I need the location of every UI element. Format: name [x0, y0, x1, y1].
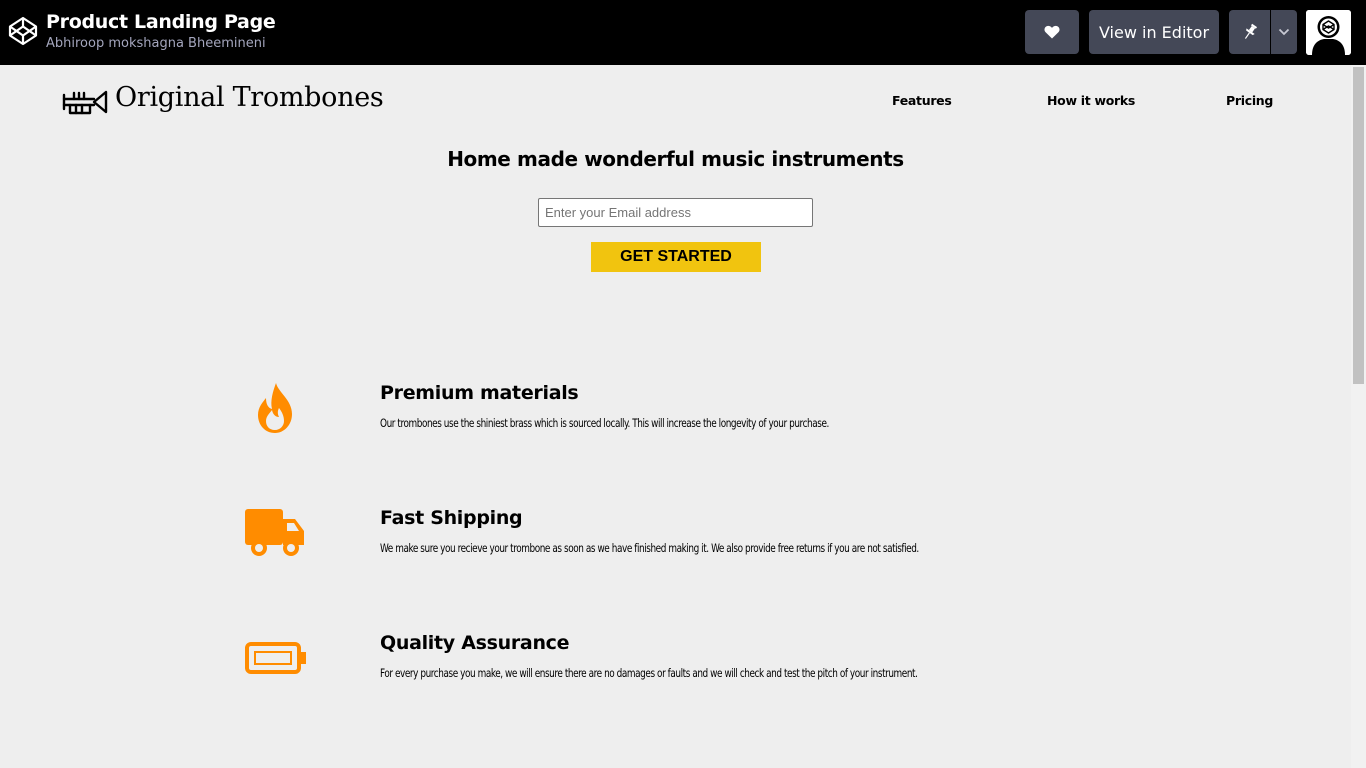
feature-description: For every purchase you make, we will ens… — [380, 666, 918, 680]
email-input[interactable] — [538, 198, 813, 227]
like-button[interactable] — [1025, 10, 1079, 54]
nav-link-features[interactable]: Features — [892, 93, 952, 108]
pen-title: Product Landing Page — [46, 11, 276, 33]
feature-title: Fast Shipping — [380, 507, 523, 529]
codepen-logo-icon[interactable] — [8, 16, 38, 46]
avatar-image — [1306, 10, 1351, 55]
view-in-editor-button[interactable]: View in Editor — [1089, 10, 1219, 54]
pin-button[interactable] — [1229, 10, 1270, 54]
feature-title: Premium materials — [380, 382, 579, 404]
feature-description: Our trombones use the shiniest brass whi… — [380, 416, 829, 430]
feature-title: Quality Assurance — [380, 632, 570, 654]
pin-dropdown-button[interactable] — [1271, 10, 1297, 54]
battery-icon — [245, 642, 306, 674]
feature-description: We make sure you recieve your trombone a… — [380, 541, 919, 555]
truck-icon — [245, 509, 304, 556]
codepen-header: Product Landing Page Abhiroop mokshagna … — [0, 0, 1366, 65]
pen-author[interactable]: Abhiroop mokshagna Bheemineni — [46, 36, 266, 51]
heart-icon — [1044, 25, 1060, 39]
trumpet-logo-icon — [62, 90, 108, 115]
pin-icon — [1244, 23, 1257, 39]
fire-icon — [258, 383, 292, 433]
get-started-button[interactable]: GET STARTED — [591, 242, 761, 272]
nav-link-how-it-works[interactable]: How it works — [1047, 93, 1135, 108]
brand-name: Original Trombones — [115, 82, 384, 113]
hero-title: Home made wonderful music instruments — [447, 147, 904, 171]
scrollbar-thumb[interactable] — [1353, 67, 1364, 384]
chevron-down-icon — [1278, 28, 1290, 36]
avatar[interactable] — [1306, 10, 1351, 55]
nav-link-pricing[interactable]: Pricing — [1226, 93, 1273, 108]
